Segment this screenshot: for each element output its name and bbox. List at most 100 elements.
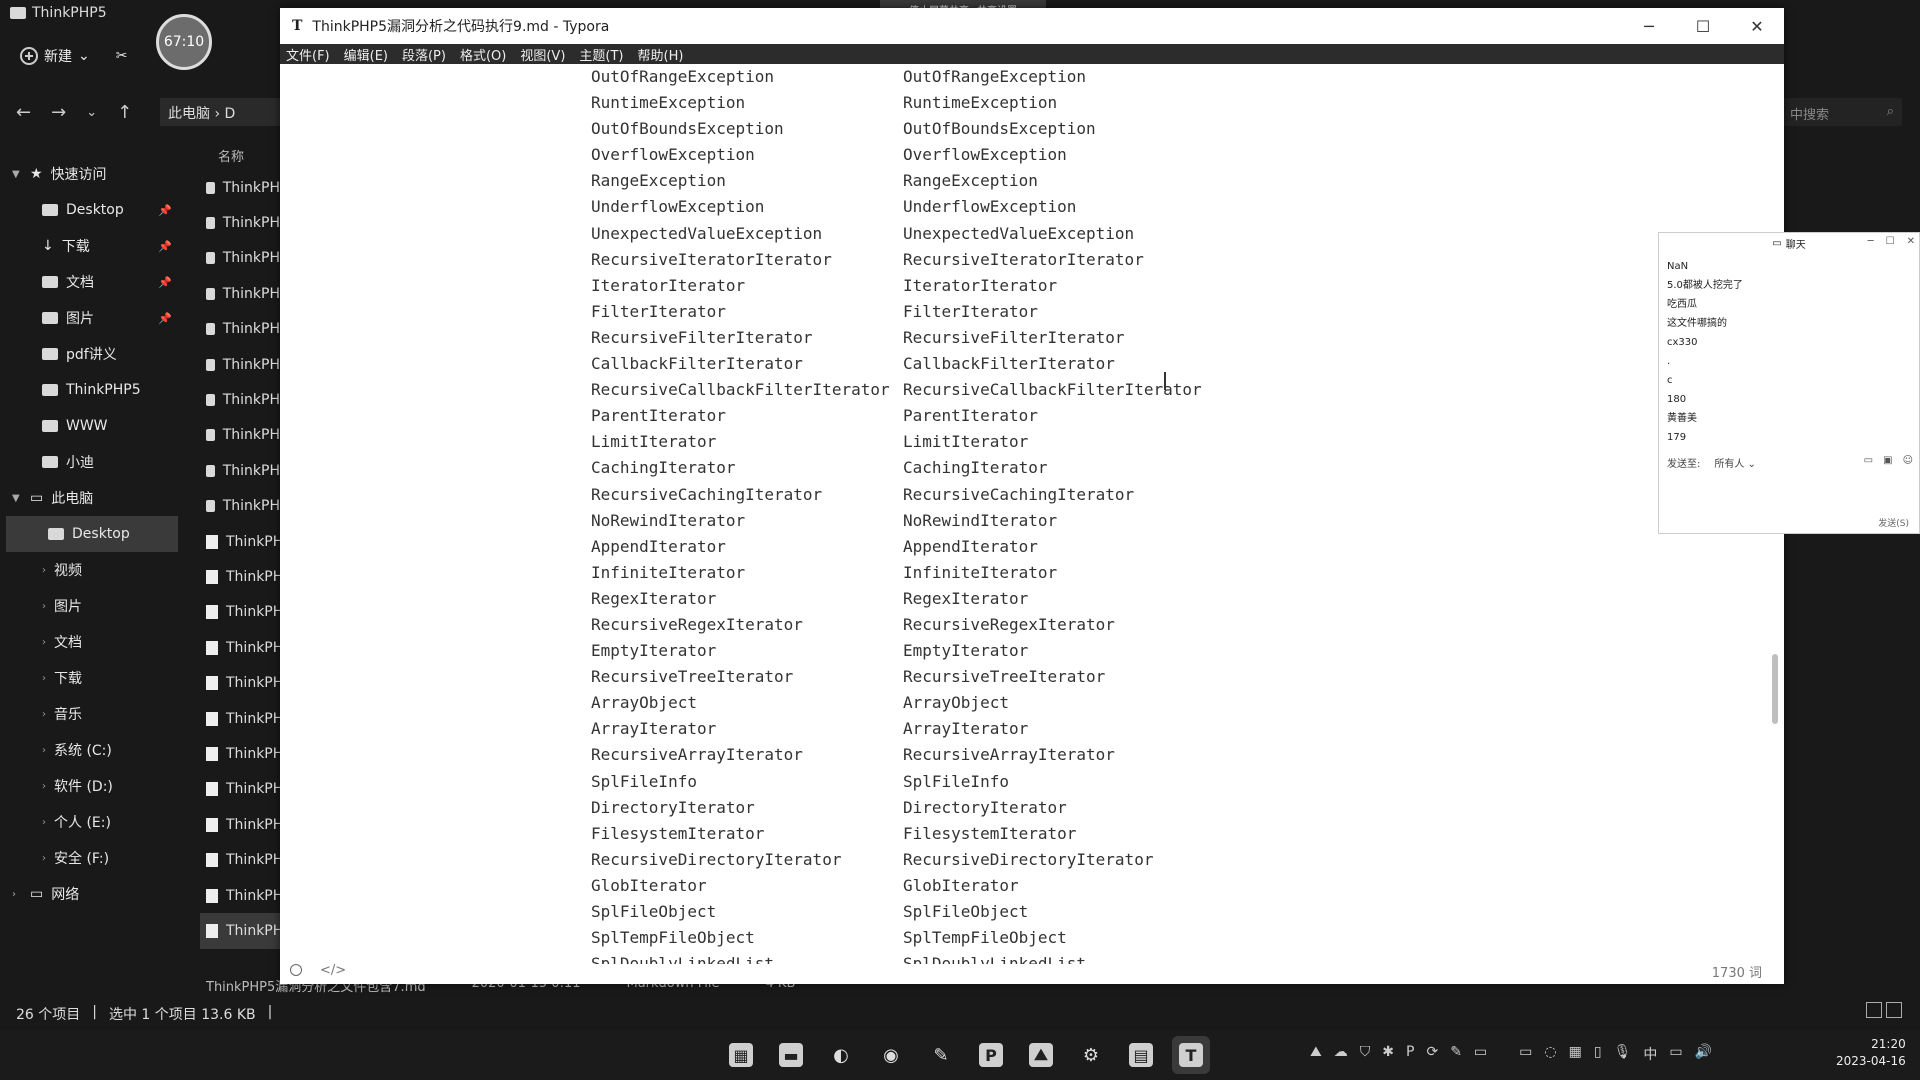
- menu-help[interactable]: 帮助(H): [638, 45, 684, 64]
- file-row[interactable]: ThinkPH: [200, 453, 280, 488]
- sidebar-item-pdf[interactable]: pdf讲义: [0, 336, 182, 372]
- taskbar-image-app-icon[interactable]: ⛰: [1022, 1036, 1060, 1074]
- sidebar-item-xiaodi[interactable]: 小迪: [0, 444, 182, 480]
- taskbar-clock[interactable]: 21:20 2023-04-16: [1836, 1036, 1906, 1070]
- tray-refresh-icon[interactable]: ⟳: [1426, 1044, 1438, 1064]
- file-row[interactable]: ThinkPH: [200, 241, 280, 276]
- file-row[interactable]: ThinkPH: [200, 736, 280, 771]
- tray-shield-icon[interactable]: ⛉: [1360, 1044, 1371, 1064]
- folder-icon[interactable]: ▭: [1864, 455, 1873, 466]
- file-row[interactable]: ThinkPH: [200, 807, 280, 842]
- word-count[interactable]: 1730 词: [1712, 962, 1762, 981]
- file-row[interactable]: ThinkPH: [200, 382, 280, 417]
- new-button[interactable]: 新建 ⌄: [20, 46, 90, 66]
- file-row[interactable]: ThinkPH: [200, 559, 280, 594]
- file-row[interactable]: ThinkPH: [200, 276, 280, 311]
- tray-cloud-icon[interactable]: ☁: [1334, 1044, 1348, 1064]
- tray-grid-icon[interactable]: ▦: [1569, 1044, 1582, 1064]
- sidebar-item-videos[interactable]: › 视频: [0, 552, 182, 588]
- taskbar-grid-app-icon[interactable]: ▦: [722, 1036, 760, 1074]
- tray-display-icon[interactable]: ▭: [1669, 1044, 1682, 1064]
- taskbar-chrome-icon[interactable]: ◉: [872, 1036, 910, 1074]
- scrollbar-thumb[interactable]: [1772, 654, 1778, 724]
- sidebar-item-pc-documents[interactable]: › 文档: [0, 624, 182, 660]
- menu-paragraph[interactable]: 段落(P): [402, 45, 446, 64]
- file-row[interactable]: ThinkPH: [200, 312, 280, 347]
- file-row[interactable]: ThinkPH: [200, 347, 280, 382]
- sidebar-item-drive-f[interactable]: › 安全 (F:): [0, 840, 182, 876]
- minimize-button[interactable]: ─: [1622, 8, 1676, 44]
- chevron-down-icon[interactable]: ⌄: [86, 105, 97, 120]
- taskbar-p-app-icon[interactable]: P: [972, 1036, 1010, 1074]
- file-row[interactable]: ThinkPH: [200, 595, 280, 630]
- address-bar[interactable]: 此电脑 › D: [160, 98, 280, 126]
- file-row[interactable]: ThinkPH: [200, 665, 280, 700]
- file-row[interactable]: ThinkPH: [200, 842, 280, 877]
- file-row[interactable]: ThinkPH: [200, 878, 280, 913]
- maximize-button[interactable]: ☐: [1676, 8, 1730, 44]
- details-view-icon[interactable]: [1866, 1002, 1882, 1018]
- sidebar-item-music[interactable]: › 音乐: [0, 696, 182, 732]
- menu-format[interactable]: 格式(O): [460, 45, 506, 64]
- file-row[interactable]: ThinkPH: [200, 701, 280, 736]
- editor-area[interactable]: OutOfRangeException RuntimeException OutOf…: [280, 64, 1784, 964]
- sidebar-network[interactable]: › ▭ 网络: [0, 876, 182, 912]
- close-button[interactable]: ✕: [1907, 236, 1915, 247]
- sidebar-this-pc[interactable]: ▼ ▭ 此电脑: [0, 480, 182, 516]
- taskbar-edge-icon[interactable]: ◐: [822, 1036, 860, 1074]
- recording-timer[interactable]: 67:10: [156, 14, 212, 70]
- screenshot-icon[interactable]: ▣: [1883, 455, 1892, 466]
- up-arrow-icon[interactable]: ↑: [117, 102, 132, 123]
- menu-view[interactable]: 视图(V): [520, 45, 565, 64]
- sidebar-item-pc-desktop[interactable]: Desktop: [6, 516, 178, 552]
- sidebar-item-www[interactable]: WWW: [0, 408, 182, 444]
- file-row[interactable]: ThinkPH: [200, 205, 280, 240]
- tray-p-icon[interactable]: P: [1406, 1044, 1414, 1064]
- sidebar-item-desktop[interactable]: Desktop 📌: [0, 192, 182, 228]
- menu-theme[interactable]: 主题(T): [579, 45, 623, 64]
- source-mode-icon[interactable]: </>: [320, 963, 346, 978]
- sidebar-item-pc-downloads[interactable]: › 下载: [0, 660, 182, 696]
- sidebar-item-documents[interactable]: 文档 📌: [0, 264, 182, 300]
- tray-gear-icon[interactable]: ✱: [1382, 1044, 1394, 1064]
- sidebar-item-drive-e[interactable]: › 个人 (E:): [0, 804, 182, 840]
- sidebar-item-thinkphp5[interactable]: ThinkPHP5: [0, 372, 182, 408]
- tray-pin-icon[interactable]: ✎: [1450, 1044, 1462, 1064]
- tray-volume-icon[interactable]: 🔊: [1695, 1044, 1712, 1064]
- cut-icon[interactable]: ✂: [116, 48, 128, 64]
- close-button[interactable]: ✕: [1730, 8, 1784, 44]
- minimize-button[interactable]: ─: [1868, 236, 1874, 247]
- tray-mic-icon[interactable]: 🎙: [1614, 1044, 1632, 1064]
- user-icon[interactable]: ☺: [1903, 455, 1913, 466]
- taskbar-pin-app-icon[interactable]: ✎: [922, 1036, 960, 1074]
- sidebar-quick-access[interactable]: ▼ ★ 快速访问: [0, 156, 182, 192]
- menu-edit[interactable]: 编辑(E): [344, 45, 388, 64]
- send-button[interactable]: 发送(S): [1878, 516, 1909, 529]
- menu-file[interactable]: 文件(F): [286, 45, 330, 64]
- tray-photo-icon[interactable]: ⛰: [1310, 1044, 1322, 1064]
- file-row[interactable]: ThinkPH: [200, 489, 280, 524]
- tray-language[interactable]: 中: [1643, 1044, 1657, 1064]
- outline-toggle-icon[interactable]: [290, 964, 302, 976]
- file-row[interactable]: ThinkPH: [200, 418, 280, 453]
- sidebar-item-pc-pictures[interactable]: › 图片: [0, 588, 182, 624]
- sidebar-item-pictures[interactable]: 图片 📌: [0, 300, 182, 336]
- file-row[interactable]: ThinkPH: [200, 170, 280, 205]
- column-header-name[interactable]: 名称: [200, 146, 280, 170]
- tiles-view-icon[interactable]: [1886, 1002, 1902, 1018]
- tray-window-icon[interactable]: ▭: [1474, 1044, 1487, 1064]
- taskbar-file-explorer-icon[interactable]: ▬: [772, 1036, 810, 1074]
- maximize-button[interactable]: ☐: [1886, 236, 1895, 247]
- taskbar-network-app-icon[interactable]: ⚙: [1072, 1036, 1110, 1074]
- sidebar-item-drive-c[interactable]: › 系统 (C:): [0, 732, 182, 768]
- tray-battery-icon[interactable]: ▯: [1594, 1044, 1602, 1064]
- send-to-select[interactable]: 所有人 ⌄: [1714, 455, 1756, 470]
- file-row[interactable]: ThinkPH: [200, 772, 280, 807]
- search-input[interactable]: 中搜索 ⌕: [1782, 98, 1902, 126]
- file-row[interactable]: ThinkPH: [200, 630, 280, 665]
- tray-network-icon[interactable]: ◌: [1544, 1044, 1556, 1064]
- forward-arrow-icon[interactable]: →: [51, 102, 66, 123]
- tray-monitor-icon[interactable]: ▭: [1519, 1044, 1532, 1064]
- sidebar-item-downloads[interactable]: ↓ 下载 📌: [0, 228, 182, 264]
- sidebar-item-drive-d[interactable]: › 软件 (D:): [0, 768, 182, 804]
